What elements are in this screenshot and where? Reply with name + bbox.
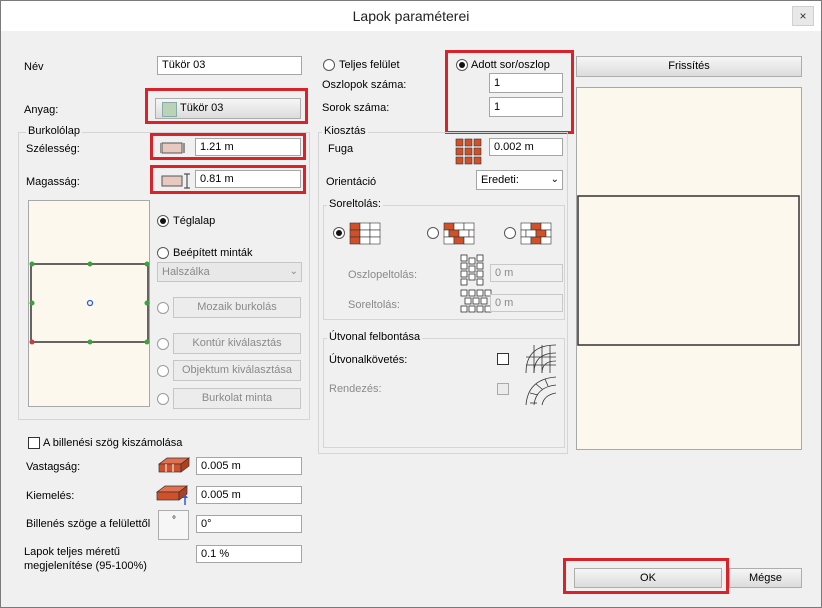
object-select-radio[interactable] (157, 365, 169, 377)
cancel-button[interactable]: Mégse (729, 568, 802, 588)
tile-pattern-button[interactable]: Burkolat minta (173, 388, 301, 409)
thickness-input[interactable]: 0.005 m (196, 457, 302, 475)
width-input[interactable]: 1.21 m (195, 138, 301, 156)
full-size-input[interactable]: 0.1 % (196, 545, 302, 563)
full-surface-label: Teljes felület (339, 59, 400, 71)
layout-preview-drawing (577, 195, 800, 346)
joint-label: Fuga (328, 143, 354, 155)
joint-grid-icon (455, 138, 482, 165)
contour-button[interactable]: Kontúr kiválasztás (173, 333, 301, 354)
offset-running-radio[interactable] (504, 227, 516, 239)
arrange-label: Rendezés: (329, 383, 382, 395)
thickness-label: Vastagság: (26, 461, 81, 473)
contour-radio[interactable] (157, 338, 169, 350)
path-follow-icon (525, 344, 557, 374)
width-label: Szélesség: (26, 143, 80, 155)
ok-button[interactable]: OK (574, 568, 722, 588)
name-input[interactable]: Tükör 03 (157, 56, 302, 75)
rows-input[interactable]: 1 (489, 97, 563, 117)
title-bar: Lapok paraméterei (1, 1, 821, 31)
dialog-title: Lapok paraméterei (352, 8, 470, 24)
full-size-label-line2: megjelenítése (95-100%) (24, 560, 147, 572)
tilt-angle-label: Billenés szöge a felülettől (26, 518, 151, 530)
tile-height-icon (161, 173, 190, 189)
brick-running-icon (520, 222, 552, 245)
columns-label: Oszlopok száma: (322, 79, 407, 91)
row-offset-group-label: Soreltolás: (327, 198, 383, 210)
distribution-group-label: Kiosztás (322, 125, 368, 137)
columns-input[interactable]: 1 (489, 73, 563, 93)
chevron-down-icon: ⌄ (289, 266, 298, 277)
refresh-button[interactable]: Frissítés (576, 56, 802, 77)
material-swatch-icon (162, 102, 177, 117)
degree-icon: ° (172, 515, 176, 526)
offset-icon (155, 485, 189, 505)
full-surface-radio[interactable] (323, 59, 335, 71)
tile-pattern-radio[interactable] (157, 393, 169, 405)
offset-diagonal-radio[interactable] (427, 227, 439, 239)
tile-group-label: Burkolólap (26, 125, 82, 137)
arrange-checkbox[interactable] (497, 383, 509, 395)
tile-preview-drawing (29, 261, 150, 345)
row-offset-label: Soreltolás: (348, 299, 400, 311)
tile-shape-preview (28, 200, 150, 407)
column-offset-input[interactable]: 0 m (490, 264, 563, 282)
offset-none-radio[interactable] (333, 227, 345, 239)
row-col-radio[interactable] (456, 59, 468, 71)
joint-input[interactable]: 0.002 m (489, 138, 563, 156)
path-follow-label: Útvonalkövetés: (329, 354, 408, 366)
rectangle-radio[interactable] (157, 215, 169, 227)
path-group-label: Útvonal felbontása (327, 331, 423, 343)
column-offset-icon (460, 254, 484, 286)
builtin-pattern-select[interactable]: Halszálka ⌄ (157, 262, 302, 282)
brick-straight-icon (349, 222, 381, 245)
column-offset-label: Oszlopeltolás: (348, 269, 418, 281)
builtin-pattern-value: Halszálka (162, 266, 210, 278)
height-input[interactable]: 0.81 m (195, 170, 301, 188)
material-button[interactable]: Tükör 03 (155, 98, 301, 119)
orientation-label: Orientáció (326, 176, 377, 188)
tilt-angle-button[interactable]: ° (158, 510, 189, 540)
offset-input[interactable]: 0.005 m (196, 486, 302, 504)
name-label: Név (24, 61, 44, 73)
thickness-icon (157, 457, 191, 473)
object-select-button[interactable]: Objektum kiválasztása (173, 360, 301, 381)
layout-preview (576, 87, 802, 450)
orientation-select[interactable]: Eredeti: ⌄ (476, 170, 563, 190)
chevron-down-icon: ⌄ (550, 174, 559, 185)
path-follow-checkbox[interactable] (497, 353, 509, 365)
tile-width-icon (160, 142, 185, 154)
builtin-pattern-radio[interactable] (157, 247, 169, 259)
mosaic-radio[interactable] (157, 302, 169, 314)
row-col-label: Adott sor/oszlop (471, 59, 550, 71)
height-label: Magasság: (26, 176, 80, 188)
brick-diagonal-icon (443, 222, 475, 245)
row-offset-input[interactable]: 0 m (490, 294, 563, 312)
offset-label: Kiemelés: (26, 490, 75, 502)
tilt-checkbox[interactable] (28, 437, 40, 449)
tilt-checkbox-label: A billenési szög kiszámolása (43, 437, 183, 449)
tilt-angle-input[interactable]: 0° (196, 515, 302, 533)
rectangle-label: Téglalap (173, 215, 216, 227)
close-button[interactable]: × (792, 6, 814, 26)
rows-label: Sorok száma: (322, 102, 390, 114)
full-size-label-line1: Lapok teljes méretű (24, 546, 120, 558)
material-button-label: Tükör 03 (180, 102, 224, 114)
row-offset-icon (460, 289, 492, 313)
material-label: Anyag: (24, 104, 59, 116)
builtin-pattern-label: Beépített minták (173, 247, 253, 259)
arrange-arc-icon (525, 376, 557, 406)
orientation-value: Eredeti: (481, 174, 519, 186)
mosaic-button[interactable]: Mozaik burkolás (173, 297, 301, 318)
